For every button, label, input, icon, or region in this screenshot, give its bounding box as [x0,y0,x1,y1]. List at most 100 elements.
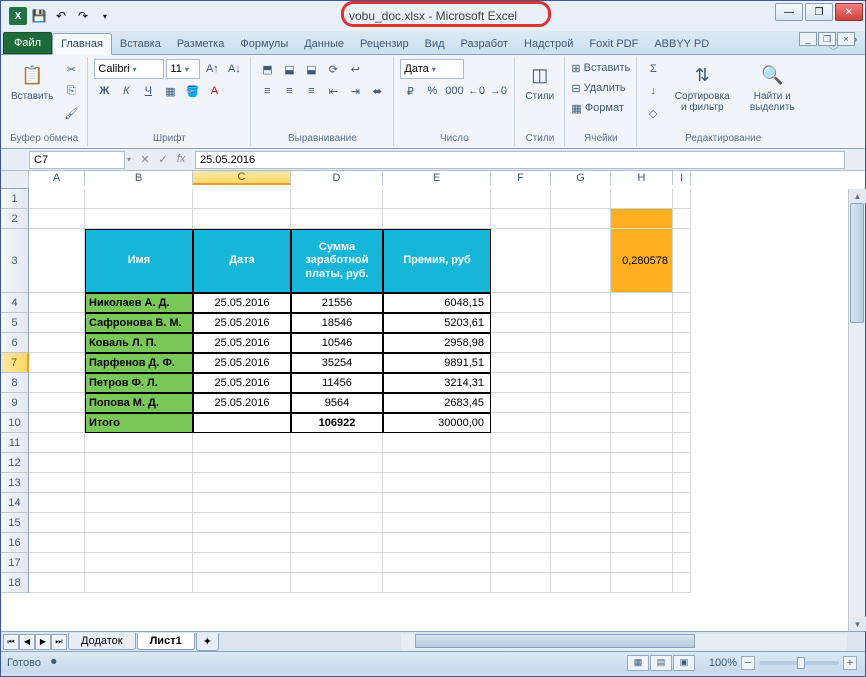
cell-C8[interactable]: 25.05.2016 [193,373,291,393]
cell-C6[interactable]: 25.05.2016 [193,333,291,353]
cell-E6[interactable]: 2958,98 [383,333,491,353]
cell-H7[interactable] [611,353,673,373]
cell-D11[interactable] [291,433,383,453]
cell-B13[interactable] [85,473,193,493]
cell-B8[interactable]: Петров Ф. Л. [85,373,193,393]
cell-G18[interactable] [551,573,611,593]
cancel-formula[interactable]: ✕ [137,153,153,166]
cell-H8[interactable] [611,373,673,393]
row-header-7[interactable]: 7 [1,353,29,373]
save-button[interactable]: 💾 [29,6,49,26]
cell-E3[interactable]: Премия, руб [383,229,491,293]
cell-C11[interactable] [193,433,291,453]
cell-A7[interactable] [29,353,85,373]
cell-B3[interactable]: Имя [85,229,193,293]
row-header-9[interactable]: 9 [1,393,29,413]
cell-I5[interactable] [673,313,691,333]
new-sheet-button[interactable]: ✦ [196,633,219,651]
grow-font-button[interactable]: A↑ [202,59,222,79]
cell-E7[interactable]: 9891,51 [383,353,491,373]
cell-I18[interactable] [673,573,691,593]
cell-I13[interactable] [673,473,691,493]
col-header-I[interactable]: I [673,171,691,185]
undo-button[interactable]: ↶ [51,6,71,26]
cell-I9[interactable] [673,393,691,413]
cell-G1[interactable] [551,189,611,209]
increase-indent[interactable]: ⇥ [345,81,365,101]
wb-maximize[interactable]: ❐ [818,32,836,46]
qat-dropdown[interactable]: ▾ [95,6,115,26]
cell-F12[interactable] [491,453,551,473]
cell-D7[interactable]: 35254 [291,353,383,373]
row-header-10[interactable]: 10 [1,413,29,433]
cell-A1[interactable] [29,189,85,209]
cell-D9[interactable]: 9564 [291,393,383,413]
cell-B17[interactable] [85,553,193,573]
tab-prev[interactable]: ◀ [19,634,35,650]
cell-E14[interactable] [383,493,491,513]
cell-I3[interactable] [673,229,691,293]
cell-I8[interactable] [673,373,691,393]
cell-F1[interactable] [491,189,551,209]
horizontal-scrollbar[interactable] [401,634,847,650]
cell-D16[interactable] [291,533,383,553]
cell-E8[interactable]: 3214,31 [383,373,491,393]
row-header-13[interactable]: 13 [1,473,29,493]
tab-view[interactable]: Вид [417,34,453,54]
minimize-button[interactable]: — [775,3,803,21]
cell-D17[interactable] [291,553,383,573]
cell-G10[interactable] [551,413,611,433]
cell-E5[interactable]: 5203,61 [383,313,491,333]
page-layout-view-button[interactable]: ▤ [650,655,672,671]
cell-C3[interactable]: Дата [193,229,291,293]
cell-H6[interactable] [611,333,673,353]
row-header-6[interactable]: 6 [1,333,29,353]
cell-G2[interactable] [551,209,611,229]
cell-A8[interactable] [29,373,85,393]
cell-A16[interactable] [29,533,85,553]
paste-button[interactable]: 📋 Вставить [7,59,57,104]
cell-F8[interactable] [491,373,551,393]
cell-B15[interactable] [85,513,193,533]
cell-I7[interactable] [673,353,691,373]
cell-E16[interactable] [383,533,491,553]
row-header-11[interactable]: 11 [1,433,29,453]
fill-color-button[interactable]: 🪣 [182,81,202,101]
row-header-1[interactable]: 1 [1,189,29,209]
col-header-C[interactable]: C [193,171,291,185]
cell-B2[interactable] [85,209,193,229]
cell-G7[interactable] [551,353,611,373]
cell-C10[interactable] [193,413,291,433]
cell-D3[interactable]: Сумма заработной платы, руб. [291,229,383,293]
format-painter-button[interactable]: 🖌 [61,103,81,123]
cell-I17[interactable] [673,553,691,573]
cell-I6[interactable] [673,333,691,353]
cell-A14[interactable] [29,493,85,513]
decrease-indent[interactable]: ⇤ [323,81,343,101]
cell-I4[interactable] [673,293,691,313]
cell-C7[interactable]: 25.05.2016 [193,353,291,373]
wrap-text-button[interactable]: ↩ [345,59,365,79]
cell-H10[interactable] [611,413,673,433]
cell-A3[interactable] [29,229,85,293]
align-left[interactable]: ≡ [257,81,277,101]
cell-H17[interactable] [611,553,673,573]
cell-F2[interactable] [491,209,551,229]
bold-button[interactable]: Ж [94,81,114,101]
cell-F6[interactable] [491,333,551,353]
cell-F16[interactable] [491,533,551,553]
zoom-level[interactable]: 100% [709,657,737,669]
row-header-18[interactable]: 18 [1,573,29,593]
cell-F10[interactable] [491,413,551,433]
tab-formulas[interactable]: Формулы [232,34,296,54]
tab-developer[interactable]: Разработ [453,34,516,54]
align-bottom[interactable]: ⬓ [301,59,321,79]
cell-G15[interactable] [551,513,611,533]
close-button[interactable]: ✕ [835,3,863,21]
cell-F11[interactable] [491,433,551,453]
cell-D18[interactable] [291,573,383,593]
cell-A11[interactable] [29,433,85,453]
cell-D13[interactable] [291,473,383,493]
col-header-D[interactable]: D [291,171,383,185]
cell-B4[interactable]: Николаев А. Д. [85,293,193,313]
